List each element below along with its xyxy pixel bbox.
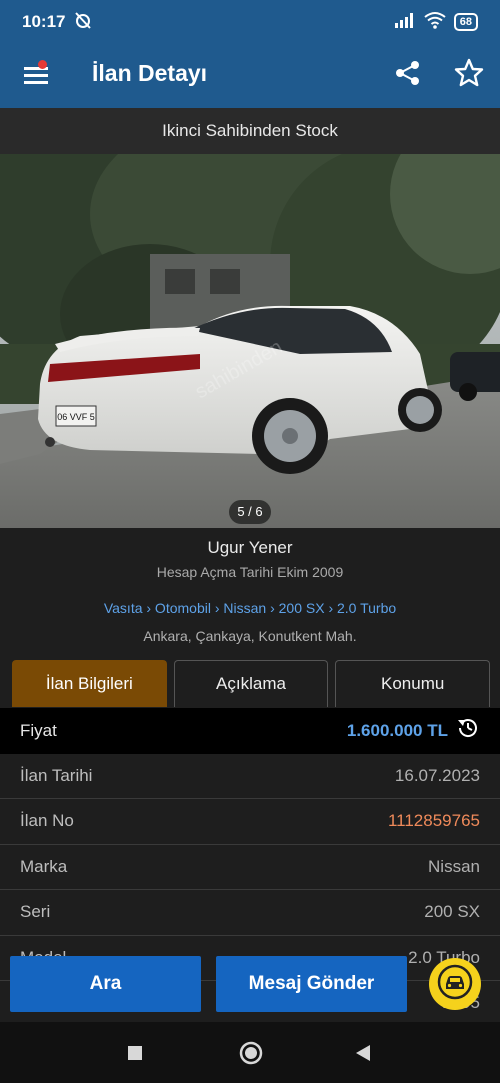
battery-indicator: 68 xyxy=(453,13,478,31)
table-row: İlan No 1112859765 xyxy=(0,799,500,845)
table-row: Marka Nissan xyxy=(0,844,500,890)
tab-konumu[interactable]: Konumu xyxy=(335,660,491,707)
share-icon[interactable] xyxy=(394,59,422,92)
detail-tabs: İlan Bilgileri Açıklama Konumu xyxy=(12,660,491,707)
car-icon xyxy=(437,964,473,1005)
tab-ilan-bilgileri[interactable]: İlan Bilgileri xyxy=(12,660,167,707)
page-title: İlan Detayı xyxy=(92,60,208,86)
price-label: Fiyat xyxy=(20,720,57,740)
status-time: 10:17 xyxy=(22,12,66,31)
row-value: 200 SX xyxy=(424,902,480,922)
row-label: Marka xyxy=(20,856,68,876)
row-value: 16.07.2023 xyxy=(394,765,480,785)
send-message-button[interactable]: Mesaj Gönder xyxy=(216,956,407,1012)
row-value: Nissan xyxy=(428,856,480,876)
status-bar: 10:17 68 xyxy=(0,0,500,44)
price-history-icon[interactable] xyxy=(456,716,480,745)
price-amount: 1.600.000 TL xyxy=(346,720,448,740)
favorite-star-icon[interactable] xyxy=(454,58,484,93)
photo-counter: 5 / 6 xyxy=(229,500,271,524)
call-button[interactable]: Ara xyxy=(10,956,201,1012)
row-label: İlan No xyxy=(20,811,74,831)
signal-icon xyxy=(394,12,416,33)
notification-dot xyxy=(38,60,47,69)
table-row: İlan Tarihi 16.07.2023 xyxy=(0,753,500,799)
wifi-icon xyxy=(424,11,446,34)
row-label: İlan Tarihi xyxy=(20,765,93,785)
home-icon[interactable] xyxy=(239,1041,263,1070)
table-row: Fiyat 1.600.000 TL xyxy=(0,708,500,754)
system-nav-bar xyxy=(0,1022,500,1083)
seller-since: Hesap Açma Tarihi Ekim 2009 xyxy=(156,564,344,580)
listing-location: Ankara, Çankaya, Konutkent Mah. xyxy=(143,628,357,644)
seller-info: Ugur Yener Hesap Açma Tarihi Ekim 2009 xyxy=(0,528,500,580)
license-plate-text: 06 VVF 5 xyxy=(57,412,95,422)
listing-photo[interactable]: 06 VVF 5 sahibinden xyxy=(0,154,500,528)
row-label: Seri xyxy=(20,902,51,922)
seller-name[interactable]: Ugur Yener xyxy=(0,538,500,558)
recent-apps-icon[interactable] xyxy=(126,1044,144,1067)
category-breadcrumb[interactable]: Vasıta › Otomobil › Nissan › 200 SX › 2.… xyxy=(0,600,500,616)
back-icon[interactable] xyxy=(354,1043,372,1068)
menu-icon[interactable] xyxy=(22,60,52,90)
table-row: Seri 200 SX xyxy=(0,890,500,936)
price-value: 1.600.000 TL xyxy=(347,716,480,745)
listing-number-value[interactable]: 1112859765 xyxy=(388,811,480,831)
car-fab-button[interactable] xyxy=(429,958,481,1010)
app-bar: İlan Detayı xyxy=(0,44,500,108)
listing-title: Ikinci Sahibinden Stock xyxy=(0,108,500,154)
tab-aciklama[interactable]: Açıklama xyxy=(173,660,329,707)
alarm-off-icon xyxy=(73,10,93,35)
